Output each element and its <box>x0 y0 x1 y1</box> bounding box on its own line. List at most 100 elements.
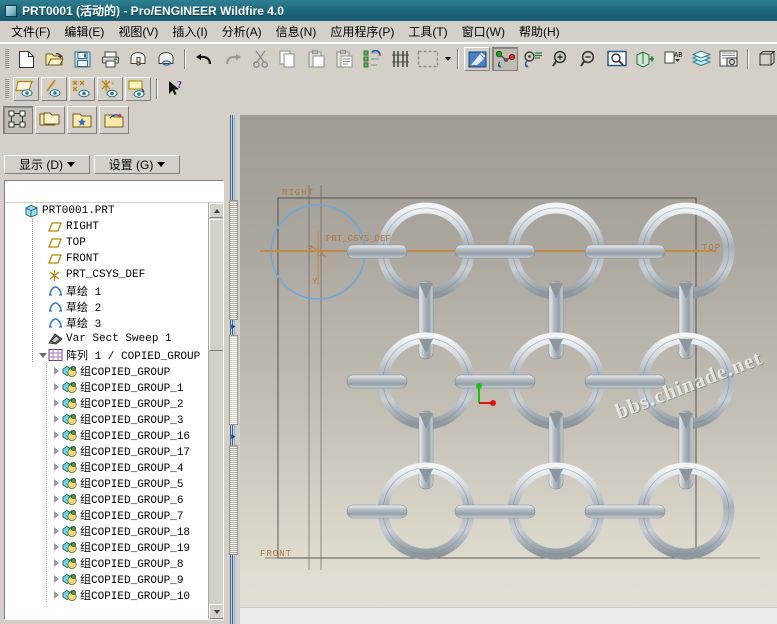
tree-node[interactable]: 组COPIED_GROUP_9 <box>5 571 223 587</box>
datum-point-display-icon[interactable] <box>69 77 95 101</box>
tree-settings-button[interactable]: 设置 (G) <box>94 154 180 174</box>
new-file-icon[interactable] <box>13 47 39 71</box>
tree-node[interactable]: PRT0001.PRT <box>5 203 223 219</box>
splitter-handle-bottom[interactable] <box>229 445 238 555</box>
datum-toolbar-grip[interactable] <box>5 79 9 99</box>
model-tree-scrollbar[interactable] <box>208 203 223 619</box>
tree-node[interactable]: 组COPIED_GROUP_2 <box>5 395 223 411</box>
chevron-right-icon[interactable] <box>51 523 62 539</box>
chevron-right-icon[interactable] <box>51 555 62 571</box>
scroll-up-arrow-icon[interactable] <box>209 203 223 218</box>
tree-node[interactable]: 组COPIED_GROUP_4 <box>5 459 223 475</box>
chevron-right-icon[interactable] <box>51 539 62 555</box>
paste-icon[interactable] <box>303 47 329 71</box>
paste-special-icon[interactable] <box>331 47 357 71</box>
menu-analysis[interactable]: 分析(A) <box>215 21 269 42</box>
saved-views-icon[interactable] <box>632 47 658 71</box>
copy-icon[interactable] <box>275 47 301 71</box>
tree-node[interactable]: PRT_CSYS_DEF <box>5 267 223 283</box>
menu-insert[interactable]: 插入(I) <box>165 21 214 42</box>
tree-node[interactable]: 组COPIED_GROUP_7 <box>5 507 223 523</box>
hyperlink-icon[interactable] <box>153 47 179 71</box>
tree-node[interactable]: 组COPIED_GROUP_10 <box>5 587 223 603</box>
model-tree-icon[interactable] <box>3 106 33 134</box>
tree-node[interactable]: 阵列 1 / COPIED_GROUP <box>5 347 223 363</box>
datum-plane-display-icon[interactable] <box>13 77 39 101</box>
context-help-icon[interactable]: ? <box>163 77 189 101</box>
tree-node[interactable]: 组COPIED_GROUP_16 <box>5 427 223 443</box>
refit-view-icon[interactable] <box>604 47 630 71</box>
chevron-right-icon[interactable] <box>51 427 62 443</box>
selection-dropdown-arrow[interactable] <box>442 47 453 71</box>
find-icon[interactable] <box>387 47 413 71</box>
scroll-down-arrow-icon[interactable] <box>209 604 223 619</box>
chevron-right-icon[interactable] <box>51 363 62 379</box>
menu-file[interactable]: 文件(F) <box>4 21 57 42</box>
folder-browser-icon[interactable] <box>35 106 65 134</box>
tree-node[interactable]: 组COPIED_GROUP_17 <box>5 443 223 459</box>
refit-icon[interactable] <box>520 47 546 71</box>
menu-edit[interactable]: 编辑(E) <box>57 21 111 42</box>
graphics-viewport[interactable]: RIGHT TOP FRONT PRT_CSYS_DEF Z X Y bbs.c… <box>240 115 777 607</box>
chevron-right-icon[interactable] <box>51 571 62 587</box>
panel-splitter[interactable]: ▸ ▸ <box>228 115 240 624</box>
datum-csys-display-icon[interactable]: x <box>97 77 123 101</box>
cut-icon[interactable] <box>247 47 273 71</box>
open-file-icon[interactable] <box>41 47 67 71</box>
menu-applications[interactable]: 应用程序(P) <box>323 21 401 42</box>
chevron-right-icon[interactable] <box>51 507 62 523</box>
tree-node[interactable]: 组COPIED_GROUP_1 <box>5 379 223 395</box>
selection-box-icon[interactable] <box>415 47 441 71</box>
tree-node[interactable]: 组COPIED_GROUP_8 <box>5 555 223 571</box>
regenerate-icon[interactable] <box>359 47 385 71</box>
chevron-right-icon[interactable] <box>51 411 62 427</box>
spin-center-icon[interactable] <box>492 47 518 71</box>
splitter-handle-top[interactable] <box>229 200 238 320</box>
tree-node[interactable]: 草绘 3 <box>5 315 223 331</box>
tree-node[interactable]: 组COPIED_GROUP_18 <box>5 523 223 539</box>
annotation-display-icon[interactable] <box>125 77 151 101</box>
splitter-handle-mid[interactable] <box>229 335 238 425</box>
tree-node[interactable]: TOP <box>5 235 223 251</box>
menu-view[interactable]: 视图(V) <box>111 21 165 42</box>
tree-display-button[interactable]: 显示 (D) <box>4 154 90 174</box>
splitter-expand-arrow-icon[interactable]: ▸ <box>229 430 238 442</box>
chevron-right-icon[interactable] <box>51 475 62 491</box>
model-tree-body[interactable]: PRT0001.PRT RIGHT TOP FRONT PRT_CSYS_DEF 草绘 1… <box>5 203 223 619</box>
tree-node[interactable]: 组COPIED_GROUP_5 <box>5 475 223 491</box>
chevron-right-icon[interactable] <box>51 491 62 507</box>
tree-node[interactable]: RIGHT <box>5 219 223 235</box>
chevron-right-icon[interactable] <box>51 459 62 475</box>
tree-node[interactable]: 组COPIED_GROUP_19 <box>5 539 223 555</box>
zoom-in-icon[interactable] <box>548 47 574 71</box>
send-mail-icon[interactable] <box>125 47 151 71</box>
view-cube-icon[interactable] <box>754 47 777 71</box>
scrollbar-thumb[interactable] <box>209 219 223 351</box>
tree-node[interactable]: FRONT <box>5 251 223 267</box>
connections-icon[interactable] <box>99 106 129 134</box>
print-icon[interactable] <box>97 47 123 71</box>
tree-node[interactable]: 组COPIED_GROUP_6 <box>5 491 223 507</box>
tree-node[interactable]: 草绘 1 <box>5 283 223 299</box>
zoom-out-icon[interactable] <box>576 47 602 71</box>
tree-node[interactable]: 组COPIED_GROUP_3 <box>5 411 223 427</box>
menu-tools[interactable]: 工具(T) <box>401 21 454 42</box>
menu-window[interactable]: 窗口(W) <box>455 21 512 42</box>
chevron-right-icon[interactable] <box>51 587 62 603</box>
datum-axis-display-icon[interactable] <box>41 77 67 101</box>
tree-node[interactable]: 组COPIED_GROUP <box>5 363 223 379</box>
menu-help[interactable]: 帮助(H) <box>512 21 567 42</box>
chevron-right-icon[interactable] <box>51 379 62 395</box>
favorites-icon[interactable] <box>67 106 97 134</box>
chevron-right-icon[interactable] <box>51 443 62 459</box>
redo-icon[interactable] <box>219 47 245 71</box>
undo-icon[interactable] <box>191 47 217 71</box>
screen-capture-icon[interactable] <box>716 47 742 71</box>
tree-node[interactable]: 草绘 2 <box>5 299 223 315</box>
chevron-right-icon[interactable] <box>51 395 62 411</box>
tree-node[interactable]: Var Sect Sweep 1 <box>5 331 223 347</box>
toolbar-grip[interactable] <box>5 49 9 69</box>
splitter-collapse-arrow-icon[interactable]: ▸ <box>229 320 238 332</box>
menu-info[interactable]: 信息(N) <box>269 21 324 42</box>
chevron-down-icon[interactable] <box>37 347 48 363</box>
